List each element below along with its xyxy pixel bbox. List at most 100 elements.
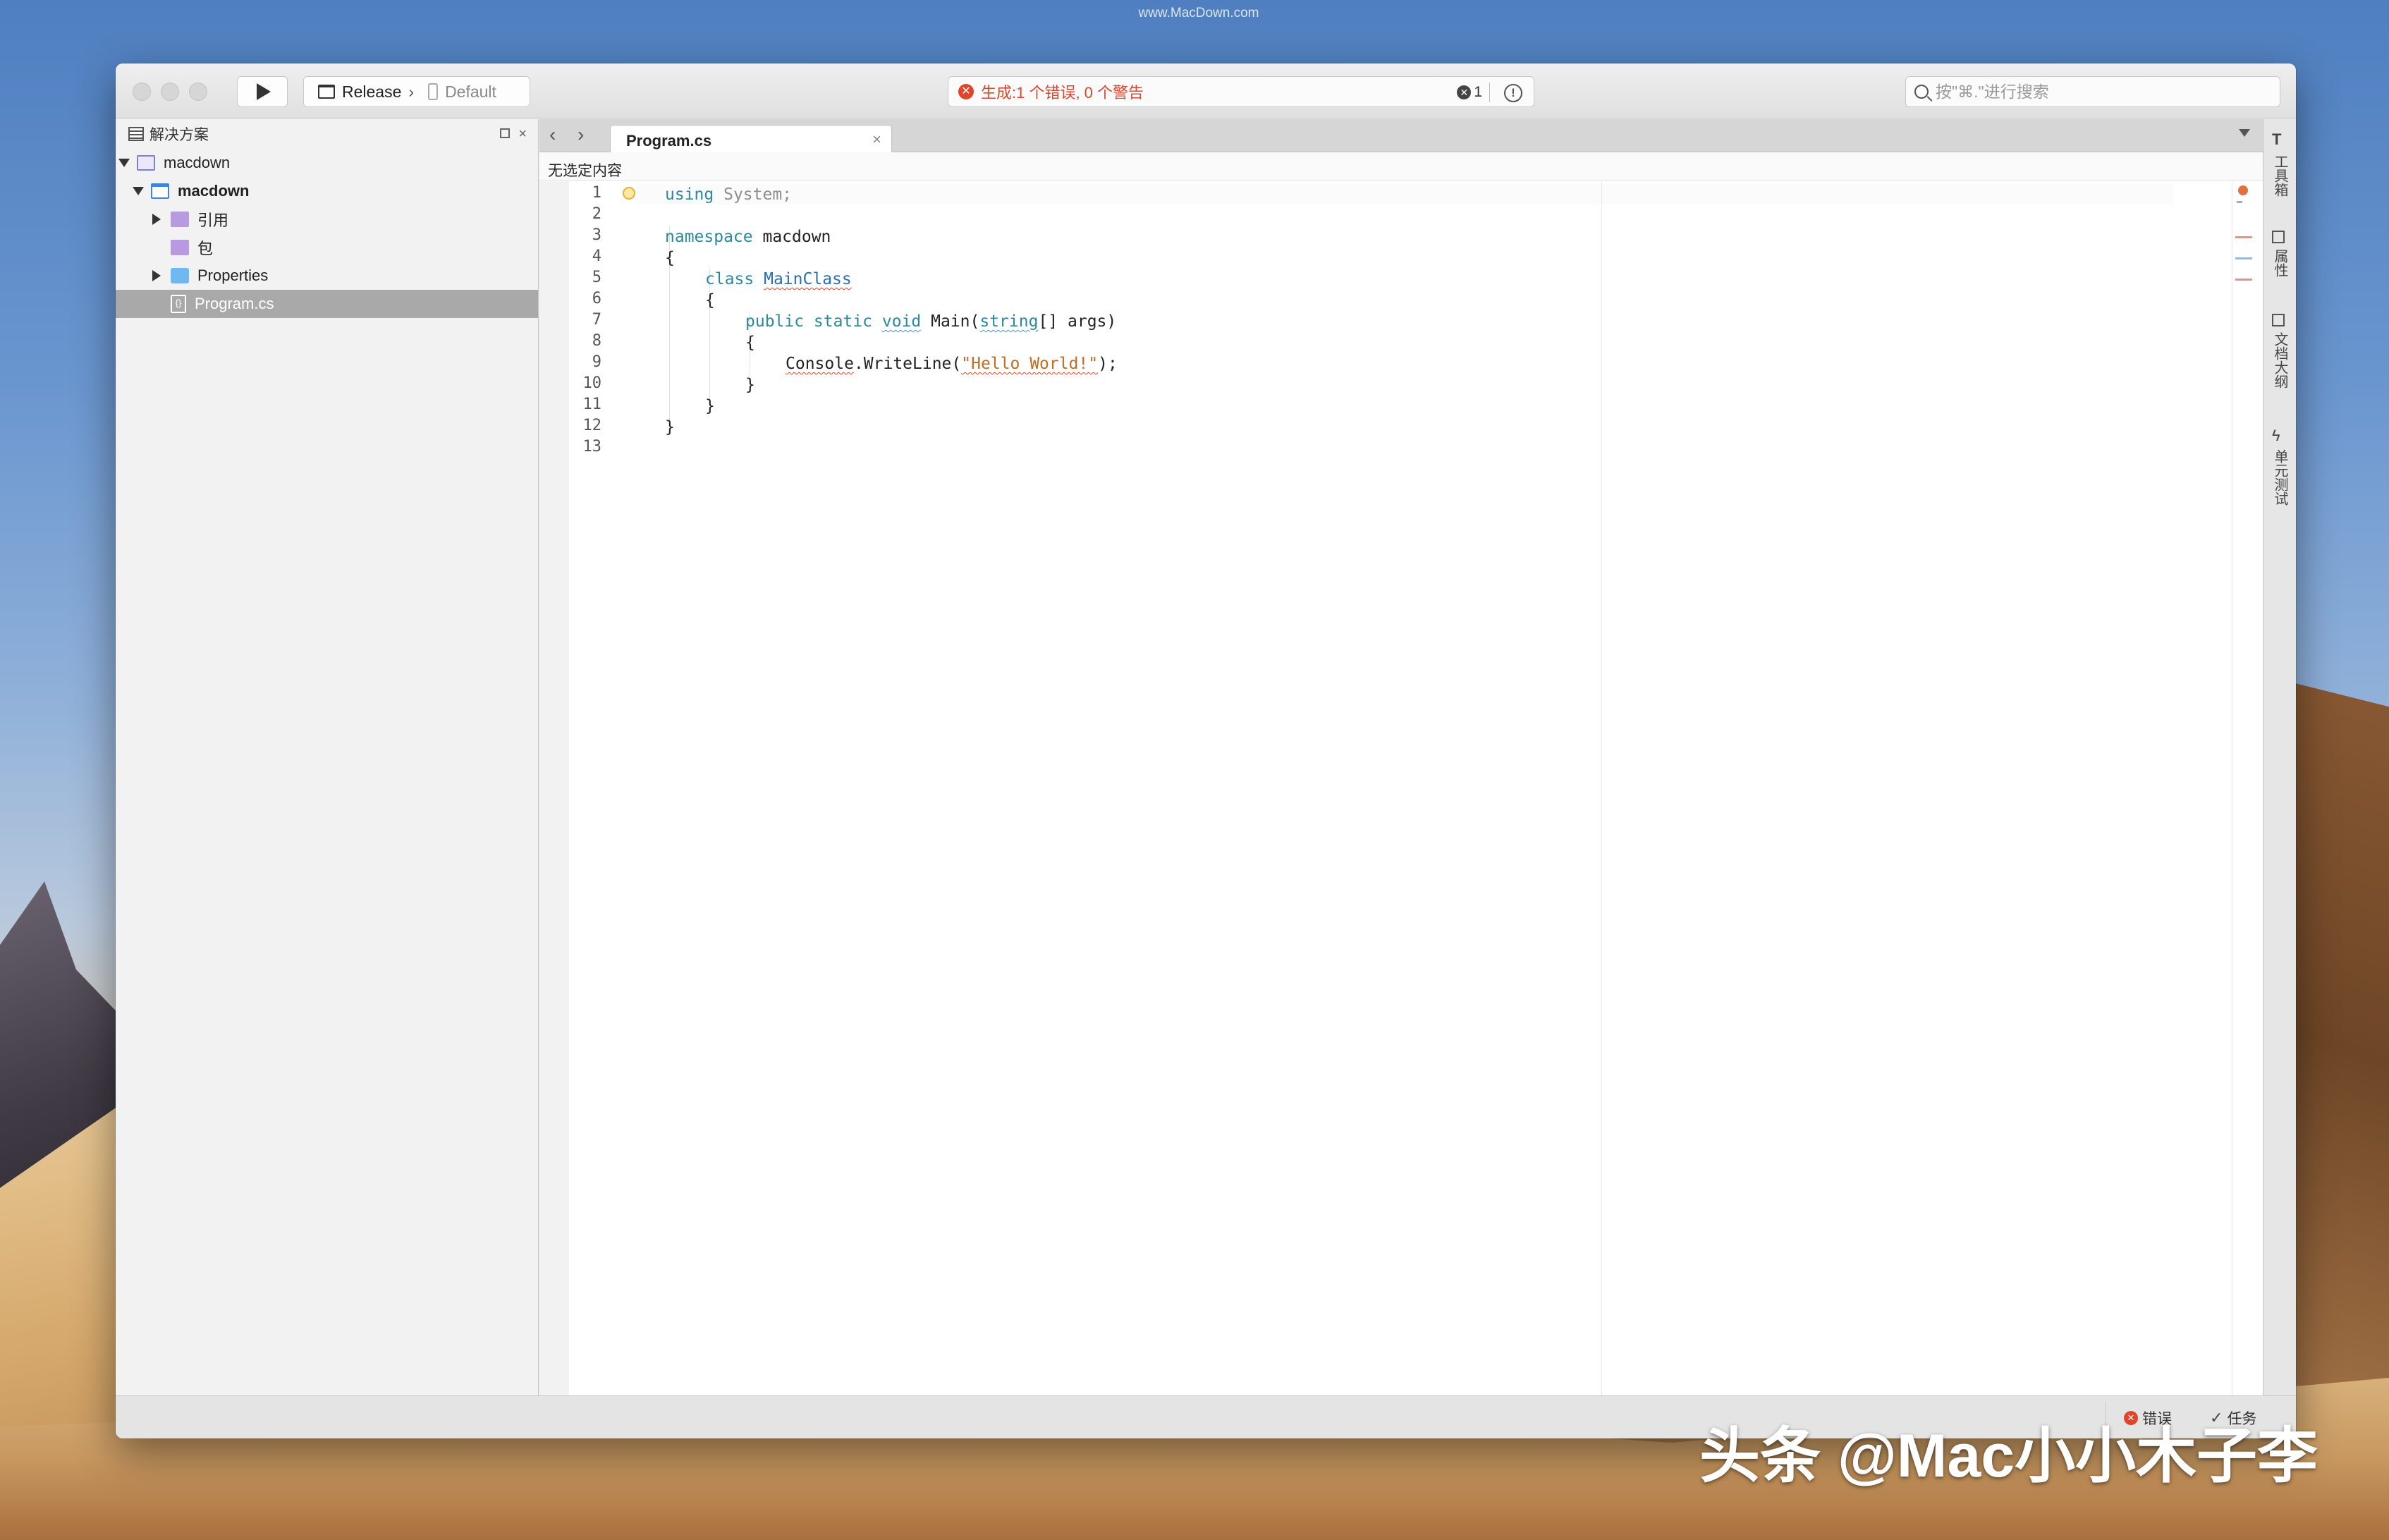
- tree-item-label: Properties: [197, 267, 269, 284]
- line-number: 8: [592, 332, 601, 350]
- tree-item-solution[interactable]: macdown: [116, 149, 538, 177]
- code-line-9: Console.WriteLine("Hello World!");: [786, 355, 1118, 373]
- code-line-6: {: [705, 291, 715, 310]
- project-icon: [151, 183, 169, 199]
- document-tab-bar: ‹ › Program.cs ×: [539, 119, 2263, 153]
- pad-unit-tests[interactable]: 单元测试: [2269, 449, 2290, 506]
- line-number: 3: [592, 226, 601, 244]
- overview-ruler[interactable]: [2232, 181, 2252, 1395]
- pad-actions: ×: [500, 126, 527, 142]
- solution-pad-title: 解决方案: [149, 127, 209, 143]
- navigate-back-icon[interactable]: ‹: [549, 125, 556, 145]
- folder-icon: [171, 268, 189, 283]
- line-number: 2: [592, 205, 601, 223]
- disclosure-closed-icon[interactable]: [152, 214, 161, 225]
- line-number: 10: [582, 374, 602, 392]
- play-icon: [257, 83, 271, 100]
- tab-program-cs[interactable]: Program.cs ×: [610, 125, 892, 153]
- tree-item-program-cs[interactable]: {} Program.cs: [116, 290, 538, 318]
- toolbar: Release › Default ✕ 生成:1 个错误, 0 个警告 ✕ 1 …: [116, 63, 2296, 118]
- tree-item-label: macdown: [178, 182, 250, 200]
- unit-test-icon: ϟ: [2272, 427, 2280, 444]
- ide-window: Release › Default ✕ 生成:1 个错误, 0 个警告 ✕ 1 …: [116, 63, 2296, 1438]
- line-number-gutter: 1 2 3 4 5 6 7 8 9 10 11 12 13: [539, 181, 2174, 1395]
- csharp-file-icon: {}: [171, 295, 186, 313]
- code-line-4: {: [665, 249, 675, 267]
- error-icon: ✕: [958, 84, 974, 99]
- tab-list-dropdown-icon[interactable]: [2239, 129, 2250, 137]
- tree-item-properties[interactable]: Properties: [116, 262, 538, 290]
- overview-mark: [2235, 236, 2252, 238]
- close-pad-icon[interactable]: ×: [518, 126, 527, 142]
- column-ruler: [1601, 181, 1602, 1395]
- tree-item-references[interactable]: 引用: [116, 205, 538, 233]
- line-number: 13: [582, 438, 602, 456]
- pad-toolbox[interactable]: 工具箱: [2269, 154, 2290, 197]
- line-number: 1: [592, 184, 601, 202]
- tree-item-project[interactable]: macdown: [116, 177, 538, 205]
- build-status-text: 生成:1 个错误, 0 个警告: [981, 84, 1144, 102]
- tree-item-packages[interactable]: 包: [116, 233, 538, 262]
- configuration-separator: ›: [408, 82, 415, 101]
- search-input[interactable]: [1936, 82, 2260, 102]
- right-pad-strip: T 工具箱 属性 文档大纲 ϟ 单元测试: [2263, 119, 2296, 1395]
- overview-mark: [2235, 279, 2252, 281]
- window-icon: [318, 85, 335, 99]
- code-line-1: using System;: [665, 185, 793, 204]
- watermark-text: 头条 @Mac小小木子李: [1699, 1422, 2318, 1490]
- search-icon: [1914, 85, 1929, 99]
- line-number: 9: [592, 353, 601, 371]
- minimize-window-button[interactable]: [161, 82, 179, 101]
- line-number: 4: [592, 248, 601, 265]
- line-number: 5: [592, 269, 601, 286]
- code-line-5: class MainClass: [705, 270, 852, 288]
- toolbox-icon: T: [2272, 130, 2282, 148]
- properties-icon: [2272, 231, 2285, 243]
- disclosure-closed-icon[interactable]: [152, 270, 161, 281]
- solution-icon: [137, 155, 155, 171]
- tree-item-label: 引用: [197, 212, 229, 229]
- pad-document-outline[interactable]: 文档大纲: [2269, 332, 2290, 389]
- solution-pad: 解决方案 × macdown macdown 引用 包 Properties {…: [116, 119, 539, 1395]
- search-field[interactable]: [1905, 76, 2280, 107]
- error-count: 1: [1474, 84, 1482, 100]
- tab-label: Program.cs: [626, 132, 712, 149]
- code-editor[interactable]: using System; namespace macdown { class …: [665, 181, 1582, 604]
- code-line-3: namespace macdown: [665, 228, 831, 246]
- build-status-panel[interactable]: ✕ 生成:1 个错误, 0 个警告 ✕ 1 !: [948, 76, 1534, 107]
- overview-mark: [2235, 257, 2252, 259]
- site-watermark-top: www.MacDown.com: [1138, 6, 1259, 20]
- navigate-forward-icon[interactable]: ›: [578, 125, 584, 145]
- code-line-10: }: [745, 376, 755, 394]
- packages-icon: [171, 240, 189, 255]
- zoom-window-button[interactable]: [189, 82, 207, 101]
- configuration-label: Release: [342, 82, 402, 101]
- code-line-8: {: [745, 334, 755, 352]
- build-configuration-selector[interactable]: Release › Default: [303, 76, 530, 107]
- line-number: 11: [582, 396, 602, 413]
- tree-item-label: 包: [197, 240, 214, 257]
- disclosure-open-icon[interactable]: [118, 159, 130, 167]
- error-count-badge[interactable]: ✕ 1: [1457, 82, 1490, 102]
- close-tab-icon[interactable]: ×: [872, 130, 881, 149]
- line-number: 12: [582, 417, 602, 434]
- document-outline-icon: [2272, 314, 2285, 326]
- error-marker-icon[interactable]: [2238, 185, 2248, 195]
- error-count-icon: ✕: [1457, 85, 1472, 99]
- overview-mark: [2237, 201, 2242, 203]
- references-icon: [171, 212, 189, 227]
- run-button[interactable]: [237, 76, 288, 107]
- disclosure-open-icon[interactable]: [133, 187, 144, 195]
- tree-item-label: Program.cs: [195, 295, 274, 312]
- tree-item-label: macdown: [164, 154, 231, 171]
- maximize-pad-icon[interactable]: [500, 128, 511, 138]
- device-icon: [428, 83, 439, 100]
- code-line-7: public static void Main(string[] args): [745, 312, 1117, 331]
- path-bar[interactable]: 无选定内容: [539, 152, 2263, 181]
- line-number: 7: [592, 311, 601, 329]
- info-icon[interactable]: !: [1504, 84, 1522, 102]
- lightbulb-icon[interactable]: [623, 187, 635, 200]
- close-window-button[interactable]: [133, 82, 151, 101]
- code-line-11: }: [705, 397, 715, 415]
- pad-properties[interactable]: 属性: [2269, 249, 2290, 277]
